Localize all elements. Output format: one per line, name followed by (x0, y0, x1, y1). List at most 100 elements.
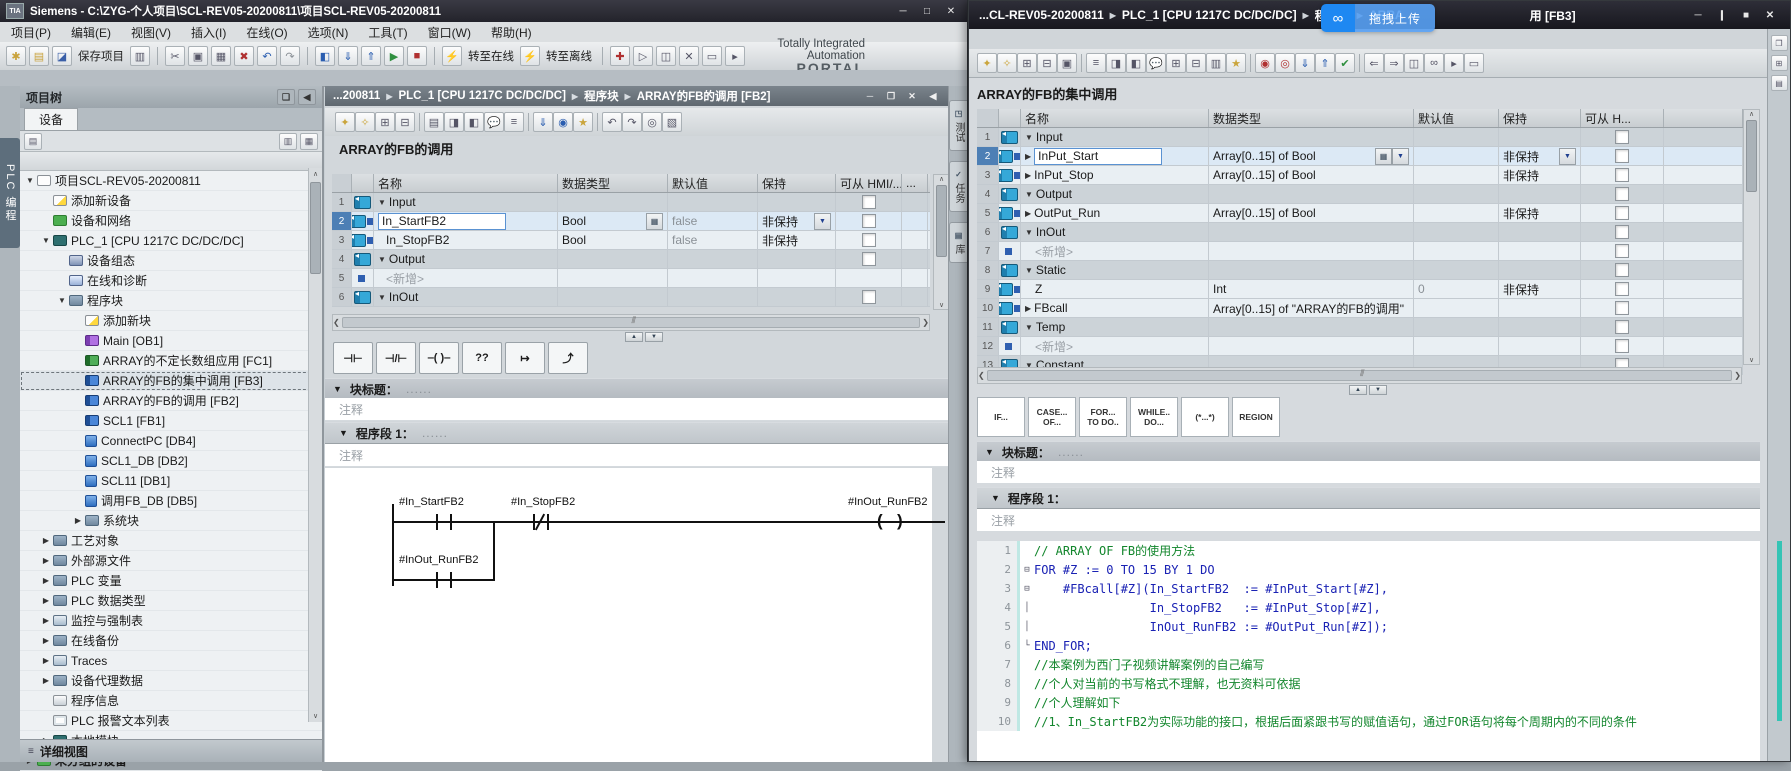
coil-close[interactable]: ) (897, 511, 903, 531)
section-expander-icon[interactable]: ▼ (1025, 190, 1033, 199)
editor-maximize-icon[interactable]: ❐ (882, 89, 900, 104)
close-button[interactable]: ✕ (941, 4, 961, 19)
code-line[interactable]: 5│ InOut_RunFB2 := #OutPut_Run[#Z]); (977, 617, 1760, 636)
breadcrumb-blocks[interactable]: 程序块 (584, 88, 619, 104)
nc-contact[interactable] (547, 514, 549, 530)
cut-icon[interactable]: ✂ (165, 46, 185, 66)
type-value[interactable]: Array[0..15] of "ARRAY的FB的调用" (1213, 300, 1404, 317)
network-comment[interactable]: 注释 (977, 509, 1760, 532)
menu-window[interactable]: 窗口(W) (425, 24, 474, 41)
scroll-thumb[interactable] (936, 185, 947, 257)
collapse-panel-icon[interactable]: ◀ (298, 89, 316, 105)
row-name[interactable]: InOut (1036, 225, 1065, 239)
nc-contact-icon[interactable]: ⊣/⊢ (376, 342, 416, 374)
tab-testing[interactable]: ◳测试 (949, 100, 967, 151)
block-title-bar[interactable]: ▼ 块标题： ...... (977, 441, 1760, 463)
menu-project[interactable]: 项目(P) (8, 24, 54, 41)
hmi-checkbox[interactable] (1615, 225, 1629, 239)
collapse-icon[interactable]: ▼ (333, 384, 342, 394)
go-offline-icon[interactable]: ⚡ (520, 46, 540, 66)
table-row[interactable]: 6▼InOut (977, 223, 1743, 242)
scroll-thumb[interactable] (987, 370, 1733, 381)
simulation-icon[interactable]: ▷ (633, 46, 653, 66)
add-row-icon[interactable]: ⊞ (375, 112, 395, 132)
row-name[interactable]: Temp (1036, 320, 1065, 334)
col-default[interactable]: 默认值 (668, 174, 758, 192)
splitter-up-icon[interactable]: ▲ (1349, 385, 1367, 395)
row-name[interactable]: Input (389, 195, 416, 209)
delete-icon[interactable]: ✖ (234, 46, 254, 66)
collapse-icon[interactable]: ▼ (339, 428, 348, 438)
tree-item[interactable]: SCL1 [FB1] (20, 411, 322, 431)
snapshot-icon[interactable]: ◨ (444, 112, 464, 132)
table-row[interactable]: 8▼Static (977, 261, 1743, 280)
table-row-add[interactable]: 5 <新增> (332, 269, 930, 288)
window-split-icon[interactable]: ◫ (656, 46, 676, 66)
expander-icon[interactable]: ▶ (40, 556, 52, 565)
code-line[interactable]: 8//个人对当前的书写格式不理解，也无资料可依据 (977, 674, 1760, 693)
cross-reference-icon[interactable]: ✕ (679, 46, 699, 66)
row-name[interactable]: InPut_Stop (1034, 168, 1093, 182)
expander-icon[interactable]: ▶ (40, 616, 52, 625)
tree-item[interactable]: ▶工艺对象 (20, 531, 322, 551)
table-row-add[interactable]: 7<新增> (977, 242, 1743, 261)
go-online-icon[interactable]: ⚡ (442, 46, 462, 66)
expand-members-icon[interactable]: ≡ (504, 112, 524, 132)
menu-insert[interactable]: 插入(I) (188, 24, 229, 41)
expand-member-icon[interactable]: ▶ (1025, 209, 1031, 218)
row-name[interactable]: Output (389, 252, 425, 266)
call-structure-icon[interactable]: ↶ (602, 112, 622, 132)
hmi-checkbox[interactable] (1615, 244, 1629, 258)
compile-check-icon[interactable]: ✔ (1335, 53, 1355, 73)
minimize-button[interactable]: ─ (1688, 8, 1708, 23)
hmi-checkbox[interactable] (862, 290, 876, 304)
network-title-bar[interactable]: ▼ 程序段 1： (977, 487, 1760, 509)
col-retain[interactable]: 保持 (1499, 109, 1581, 127)
scroll-thumb[interactable] (1746, 120, 1757, 192)
editor-close-icon[interactable]: ✕ (903, 89, 921, 104)
type-browse-button[interactable]: ▦ (646, 213, 663, 230)
splitter-down-icon[interactable]: ▼ (1369, 385, 1387, 395)
code-line[interactable]: 9//个人理解如下 (977, 693, 1760, 712)
tree-item[interactable]: ▶在线备份 (20, 631, 322, 651)
contact-label[interactable]: #In_StopFB2 (511, 496, 575, 508)
step-icon[interactable]: ⇒ (1384, 53, 1404, 73)
tree-item[interactable]: ▶PLC 数据类型 (20, 591, 322, 611)
breadcrumb-project[interactable]: ...200811 (333, 90, 380, 102)
no-contact[interactable] (436, 514, 438, 530)
menu-tools[interactable]: 工具(T) (365, 24, 410, 41)
no-contact-icon[interactable]: ⊣⊢ (333, 342, 373, 374)
tab-devices[interactable]: 设备 (24, 108, 78, 130)
name-input[interactable]: In_StartFB2 (378, 213, 506, 230)
code-line[interactable]: 2⊟FOR #Z := 0 TO 15 BY 1 DO (977, 560, 1760, 579)
section-expander-icon[interactable]: ▼ (1025, 133, 1033, 142)
code-line[interactable]: 3⊟ #FBcall[#Z](In_StartFB2 := #InPut_Sta… (977, 579, 1760, 598)
pane-splitter[interactable]: ▲▼ (625, 332, 663, 342)
drag-upload-overlay[interactable]: ∞ 拖拽上传 (1321, 4, 1435, 32)
download-icon[interactable]: ⇓ (1295, 53, 1315, 73)
table-row[interactable]: 1▼Input (977, 128, 1743, 147)
col-retain[interactable]: 保持 (758, 174, 836, 192)
menu-help[interactable]: 帮助(H) (488, 24, 535, 41)
start-values-icon[interactable]: ⊞ (1166, 53, 1186, 73)
section-expander-icon[interactable]: ▼ (1025, 266, 1033, 275)
tree-item[interactable]: ▶设备代理数据 (20, 671, 322, 691)
collapse-icon[interactable]: ▼ (985, 447, 994, 457)
absolute-operands-icon[interactable]: ◧ (1126, 53, 1146, 73)
retain-value[interactable]: 非保持 (762, 213, 798, 230)
fold-icon[interactable]: ⊟ (1020, 584, 1034, 594)
comment-icon[interactable]: 💬 (1146, 53, 1166, 73)
expander-icon[interactable]: ▼ (24, 176, 36, 185)
collapse-icon[interactable]: ▼ (991, 493, 1000, 503)
table-row-add[interactable]: 12<新增> (977, 337, 1743, 356)
hmi-checkbox[interactable] (862, 195, 876, 209)
expand-member-icon[interactable]: ▶ (1025, 171, 1031, 180)
table-row[interactable]: 4 ▼Output (332, 250, 930, 269)
expander-icon[interactable]: ▶ (40, 536, 52, 545)
splitter-up-icon[interactable]: ▲ (625, 332, 643, 342)
refresh-icon[interactable]: ◎ (642, 112, 662, 132)
add-new-row[interactable]: <新增> (1025, 243, 1073, 260)
scroll-thumb[interactable] (342, 317, 921, 328)
go-offline-button[interactable]: 转至离线 (543, 48, 595, 64)
expander-icon[interactable]: ▶ (40, 596, 52, 605)
